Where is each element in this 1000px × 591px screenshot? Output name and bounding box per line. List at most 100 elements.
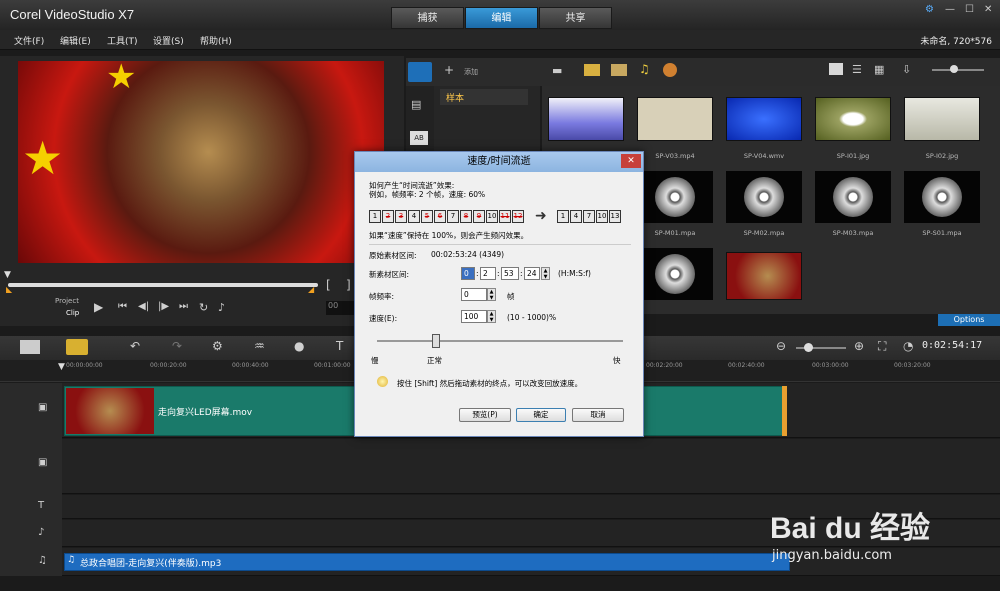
audio-disc-icon[interactable] bbox=[637, 248, 713, 300]
library-thumb-video[interactable] bbox=[548, 97, 624, 141]
storyboard-view-icon[interactable] bbox=[20, 340, 40, 354]
speed-input[interactable]: 100 bbox=[461, 310, 487, 323]
media-library-icon[interactable] bbox=[408, 62, 432, 82]
add-label[interactable]: 添加 bbox=[464, 67, 478, 77]
original-value: 00:02:53:24 (4349) bbox=[431, 250, 505, 259]
menu-settings[interactable]: 设置(S) bbox=[153, 34, 184, 47]
auto-music-icon[interactable]: ● bbox=[294, 339, 304, 353]
scrub-marker-icon[interactable]: ▼ bbox=[4, 270, 11, 280]
clip-mode-label[interactable]: Clip bbox=[66, 309, 79, 317]
dialog-close-button[interactable]: ✕ bbox=[621, 154, 641, 168]
ruler-tick-label: 00:03:20:00 bbox=[894, 362, 931, 369]
frame-cell: 10 bbox=[486, 210, 498, 223]
mark-out-icon[interactable]: ] bbox=[346, 278, 351, 292]
new-hours-input[interactable]: 0 bbox=[461, 267, 475, 280]
menu-edit[interactable]: 编辑(E) bbox=[60, 34, 91, 47]
trim-start-icon[interactable]: ◣ bbox=[6, 285, 12, 294]
list-view-icon[interactable] bbox=[829, 63, 843, 75]
menu-file[interactable]: 文件(F) bbox=[14, 34, 44, 47]
settings-icon[interactable]: ⚙ bbox=[925, 4, 934, 15]
library-thumb-image[interactable] bbox=[815, 97, 891, 141]
redo-icon[interactable]: ↷ bbox=[172, 339, 182, 353]
speed-spinner[interactable]: ▲ ▼ bbox=[487, 310, 496, 323]
library-thumb-video[interactable] bbox=[637, 97, 713, 141]
timeline-view-icon[interactable] bbox=[66, 339, 88, 355]
details-view-icon[interactable]: ☰ bbox=[852, 63, 862, 76]
sample-folder[interactable]: 样本 bbox=[440, 89, 528, 105]
show-audio-icon[interactable]: ♫ bbox=[639, 62, 650, 76]
library-thumb-image[interactable] bbox=[904, 97, 980, 141]
transition-icon[interactable]: ▤ bbox=[411, 98, 421, 111]
ok-button[interactable]: 确定 bbox=[516, 408, 566, 422]
undo-icon[interactable]: ↶ bbox=[130, 339, 140, 353]
zoom-out-icon[interactable]: ⊖ bbox=[776, 339, 786, 353]
next-frame-icon[interactable]: |▶ bbox=[158, 301, 169, 312]
ruler-tick-label: 00:00:40:00 bbox=[232, 362, 269, 369]
tab-edit[interactable]: 编辑 bbox=[465, 7, 538, 29]
menu-help[interactable]: 帮助(H) bbox=[200, 34, 232, 47]
show-videos-icon[interactable] bbox=[584, 64, 600, 76]
minimize-button[interactable]: — bbox=[945, 4, 955, 15]
tab-share[interactable]: 共享 bbox=[539, 7, 612, 29]
library-thumb-video[interactable] bbox=[726, 97, 802, 141]
music-track-icon[interactable]: ♫ bbox=[38, 555, 47, 566]
title-track-icon[interactable]: T bbox=[38, 500, 44, 511]
library-thumb-video[interactable] bbox=[726, 252, 802, 300]
thumbnail-view-icon[interactable]: ▦ bbox=[874, 63, 884, 76]
new-seconds-input[interactable]: 53 bbox=[501, 267, 519, 280]
overlay-track-icon[interactable]: ▣ bbox=[38, 457, 47, 468]
cancel-button[interactable]: 取消 bbox=[572, 408, 624, 422]
audio-disc-icon[interactable] bbox=[815, 171, 891, 223]
voice-track-icon[interactable]: ♪ bbox=[38, 527, 44, 538]
zoom-in-icon[interactable]: ⊕ bbox=[854, 339, 864, 353]
new-minutes-input[interactable]: 2 bbox=[480, 267, 496, 280]
trim-end-icon[interactable]: ◢ bbox=[308, 285, 314, 294]
repeat-icon[interactable]: ↻ bbox=[199, 301, 208, 314]
scrub-bar[interactable] bbox=[8, 283, 318, 287]
sound-mixer-icon[interactable]: ♒ bbox=[254, 339, 265, 353]
tab-capture[interactable]: 捕获 bbox=[391, 7, 464, 29]
fit-project-icon[interactable]: ⛶ bbox=[878, 339, 886, 354]
add-icon[interactable]: + bbox=[444, 63, 454, 77]
close-button[interactable]: ✕ bbox=[984, 4, 992, 15]
thumb-size-slider[interactable] bbox=[932, 69, 984, 71]
previous-frame-icon[interactable]: ◀| bbox=[138, 301, 149, 312]
playhead-icon[interactable]: ▼ bbox=[58, 362, 65, 372]
timecode-field-icon[interactable]: 00 bbox=[326, 301, 356, 315]
preview-button[interactable]: 预览(P) bbox=[459, 408, 511, 422]
project-mode-label[interactable]: Project bbox=[55, 297, 79, 305]
maximize-button[interactable]: ☐ bbox=[965, 4, 974, 15]
title-track-icon[interactable]: T bbox=[336, 339, 343, 353]
record-capture-icon[interactable]: ⚙ bbox=[212, 339, 223, 353]
speed-slider-thumb[interactable] bbox=[432, 334, 440, 348]
frame-rate-spinner[interactable]: ▲ ▼ bbox=[487, 288, 496, 301]
import-icon[interactable] bbox=[663, 63, 677, 77]
duration-spinner[interactable]: ▲ ▼ bbox=[541, 267, 550, 280]
volume-icon[interactable]: ♪ bbox=[218, 301, 225, 314]
new-frames-input[interactable]: 24 bbox=[524, 267, 540, 280]
mark-in-icon[interactable]: [ bbox=[326, 278, 331, 292]
zoom-knob[interactable] bbox=[804, 343, 813, 352]
library-thumb-label: SP-I01.jpg bbox=[836, 152, 870, 160]
home-icon[interactable]: ⏮ bbox=[118, 301, 127, 312]
frame-cell: 6 bbox=[434, 210, 446, 223]
audio-disc-icon[interactable] bbox=[637, 171, 713, 223]
speed-slider[interactable] bbox=[377, 340, 623, 342]
menu-tools[interactable]: 工具(T) bbox=[107, 34, 138, 47]
play-icon[interactable]: ▶ bbox=[94, 300, 103, 314]
end-icon[interactable]: ⏭ bbox=[179, 301, 188, 312]
frame-cell: 2 bbox=[382, 210, 394, 223]
frame-rate-input[interactable]: 0 bbox=[461, 288, 487, 301]
folder-icon[interactable]: ▬ bbox=[552, 64, 562, 77]
options-button[interactable]: Options bbox=[938, 314, 1000, 326]
clip-end-handle[interactable] bbox=[782, 386, 787, 436]
thumb-size-knob[interactable] bbox=[950, 65, 958, 73]
audio-disc-icon[interactable] bbox=[904, 171, 980, 223]
audio-disc-icon[interactable] bbox=[726, 171, 802, 223]
sort-icon[interactable]: ⇩ bbox=[902, 63, 911, 76]
show-photos-icon[interactable] bbox=[611, 64, 627, 76]
audio-clip-label: 总政合唱团-走向复兴(伴奏版).mp3 bbox=[80, 559, 222, 569]
library-thumb-label: SP-S01.mpa bbox=[922, 229, 962, 237]
title-icon[interactable]: AB bbox=[410, 131, 428, 145]
video-track-icon[interactable]: ▣ bbox=[38, 402, 47, 413]
